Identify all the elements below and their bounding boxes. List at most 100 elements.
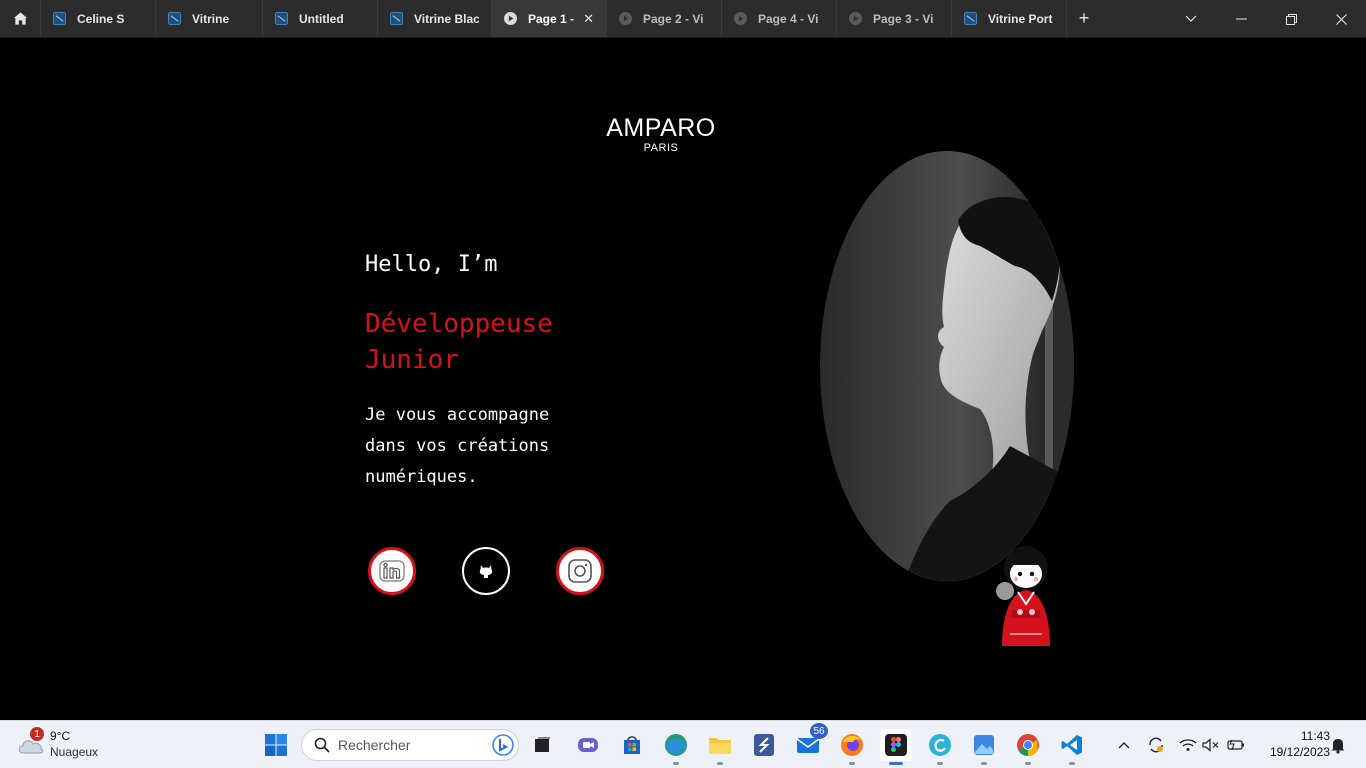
figma-file-icon xyxy=(275,12,288,25)
close-tab-icon[interactable]: ✕ xyxy=(583,11,594,27)
figma-icon xyxy=(885,734,907,756)
figma-file-icon xyxy=(168,12,181,25)
edge-icon xyxy=(665,734,687,756)
edge-button[interactable] xyxy=(660,729,692,765)
tab-page-4[interactable]: Page 4 - Vi xyxy=(722,0,837,37)
weather-badge: 1 xyxy=(30,727,44,741)
figma-tab-bar: Celine S Vitrine Untitled Vitrine Blac P… xyxy=(0,0,1366,38)
wifi-tray-button[interactable] xyxy=(1178,733,1198,757)
app-s-icon xyxy=(754,734,774,756)
weather-temperature: 9°C xyxy=(50,729,71,743)
photos-button[interactable] xyxy=(968,729,1000,765)
vscode-button[interactable] xyxy=(1056,729,1088,765)
tab-untitled[interactable]: Untitled xyxy=(263,0,378,37)
new-tab-button[interactable]: + xyxy=(1067,0,1101,37)
wifi-icon xyxy=(1179,739,1197,751)
portrait-photo xyxy=(820,151,1074,581)
chevron-up-icon xyxy=(1118,742,1130,749)
running-indicator xyxy=(981,762,987,765)
battery-tray-button[interactable] xyxy=(1226,733,1246,757)
canva-button[interactable] xyxy=(924,729,956,765)
sync-tray-button[interactable] xyxy=(1146,733,1166,757)
search-placeholder: Rechercher xyxy=(338,737,411,753)
tab-label: Celine S xyxy=(77,11,125,26)
running-indicator xyxy=(1069,762,1075,765)
weather-widget[interactable]: 1 9°C Nuageux xyxy=(14,727,134,763)
search-icon xyxy=(314,737,330,753)
running-indicator xyxy=(889,762,903,765)
app-s-button[interactable] xyxy=(748,729,780,761)
firefox-button[interactable] xyxy=(836,729,868,765)
sync-icon xyxy=(1149,737,1163,753)
home-button[interactable] xyxy=(0,0,41,37)
kokeshi-doll-illustration xyxy=(996,546,1050,646)
file-explorer-button[interactable] xyxy=(704,729,736,765)
tab-label: Page 1 - xyxy=(528,11,575,26)
running-indicator xyxy=(673,762,679,765)
clock-date: 19/12/2023 xyxy=(1269,745,1330,759)
tab-page-3[interactable]: Page 3 - Vi xyxy=(837,0,952,37)
show-hidden-icons-button[interactable] xyxy=(1114,733,1134,757)
clock-time: 11:43 xyxy=(1300,729,1330,743)
brand-name: AMPARO xyxy=(606,114,716,142)
restore-icon xyxy=(1285,13,1297,25)
figma-file-icon xyxy=(964,12,977,25)
volume-muted-icon xyxy=(1202,738,1219,752)
vscode-icon xyxy=(1061,735,1082,755)
task-view-button[interactable] xyxy=(526,729,558,761)
play-icon xyxy=(849,12,862,25)
running-indicator xyxy=(937,762,943,765)
figma-file-icon xyxy=(390,12,403,25)
pitch-line-1: Je vous accompagne xyxy=(365,405,550,425)
taskbar-search[interactable]: Rechercher xyxy=(301,729,519,761)
store-icon xyxy=(624,736,640,754)
tab-page-2[interactable]: Page 2 - Vi xyxy=(607,0,722,37)
bing-icon xyxy=(492,734,514,756)
pitch-text: Je vous accompagne dans vos créations nu… xyxy=(365,400,585,493)
windows-start-icon xyxy=(265,734,287,756)
plus-icon: + xyxy=(1078,8,1090,28)
brand-logo[interactable]: AMPARO PARIS xyxy=(561,114,761,154)
tab-label: Page 2 - Vi xyxy=(643,11,704,26)
start-button[interactable] xyxy=(260,729,292,761)
tab-celine[interactable]: Celine S xyxy=(41,0,156,37)
minimize-icon xyxy=(1235,18,1247,20)
chrome-icon xyxy=(1017,734,1039,756)
tab-vitrine-black[interactable]: Vitrine Blac xyxy=(378,0,492,37)
store-button[interactable] xyxy=(616,729,648,761)
tab-vitrine[interactable]: Vitrine xyxy=(156,0,263,37)
tab-label: Page 3 - Vi xyxy=(873,11,934,26)
mail-button[interactable]: 56 xyxy=(792,723,828,761)
tab-page-1[interactable]: Page 1 - ✕ xyxy=(492,0,607,37)
canva-icon xyxy=(929,734,951,756)
play-icon xyxy=(734,12,747,25)
figma-file-icon xyxy=(53,12,66,25)
instagram-button[interactable] xyxy=(556,547,604,595)
running-indicator xyxy=(1025,762,1031,765)
close-window-button[interactable] xyxy=(1316,0,1366,38)
folder-icon xyxy=(709,738,731,754)
weather-condition: Nuageux xyxy=(50,745,99,759)
restore-button[interactable] xyxy=(1266,0,1316,38)
github-button[interactable] xyxy=(462,547,510,595)
play-icon xyxy=(619,12,632,25)
task-view-icon xyxy=(535,737,550,752)
minimize-button[interactable] xyxy=(1216,0,1266,38)
linkedin-button[interactable] xyxy=(368,547,416,595)
teams-chat-button[interactable] xyxy=(572,729,604,761)
figma-button[interactable] xyxy=(880,729,912,765)
bell-icon xyxy=(1331,739,1345,754)
tab-label: Vitrine Port xyxy=(988,11,1053,26)
home-icon xyxy=(13,12,27,25)
running-indicator xyxy=(717,762,723,765)
taskbar-clock[interactable]: 11:43 19/12/2023 xyxy=(1254,728,1330,760)
tab-list-button[interactable] xyxy=(1166,0,1216,38)
chrome-button[interactable] xyxy=(1012,729,1044,765)
tab-label: Page 4 - Vi xyxy=(758,11,819,26)
tab-vitrine-portfolio[interactable]: Vitrine Port xyxy=(952,0,1067,37)
volume-tray-button[interactable] xyxy=(1201,733,1221,757)
teams-chat-icon xyxy=(578,738,598,752)
linkedin-icon xyxy=(379,560,405,582)
pitch-line-2: dans vos créations xyxy=(365,436,550,456)
notifications-button[interactable] xyxy=(1328,733,1348,757)
